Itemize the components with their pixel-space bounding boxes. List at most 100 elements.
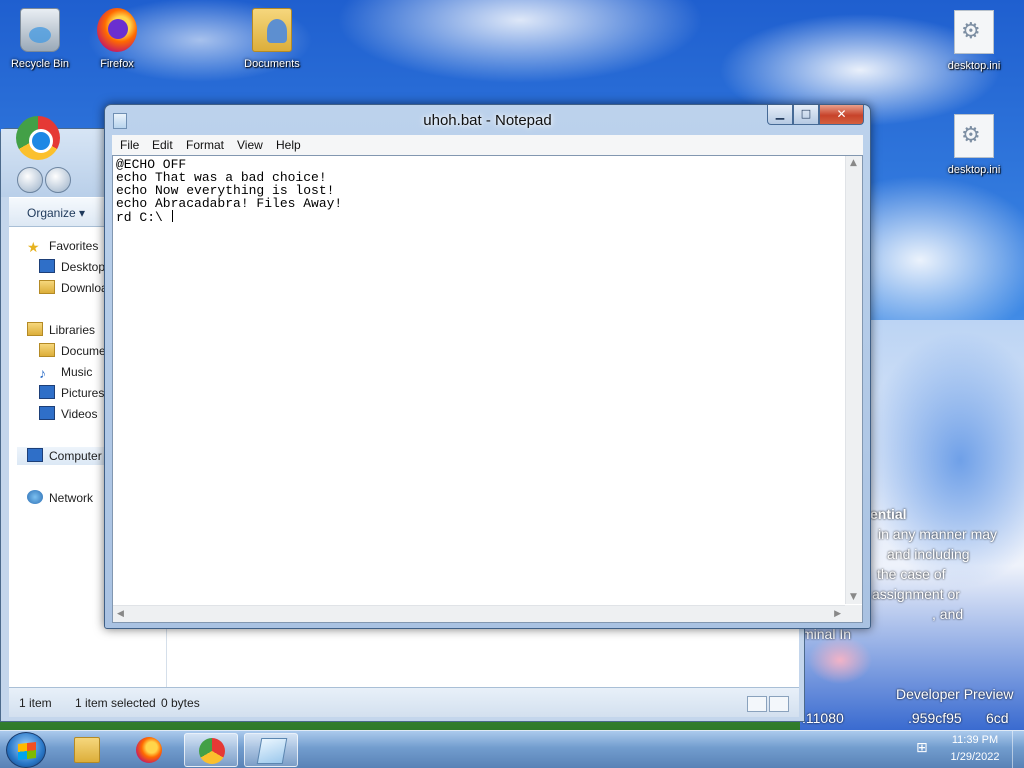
nav-item-label: Videos (61, 407, 98, 421)
desktop-icon-label: desktop.ini (947, 60, 1001, 72)
recycle-bin-icon (20, 8, 60, 52)
menu-view[interactable]: View (237, 138, 263, 152)
wallpaper-text: ential (870, 506, 907, 522)
nav-item-libraries[interactable]: Libraries (27, 321, 95, 339)
show-desktop-button[interactable] (1012, 731, 1024, 768)
text-editor[interactable]: @ECHO OFF echo That was a bad choice! ec… (112, 155, 863, 623)
menu-format[interactable]: Format (186, 138, 224, 152)
computer-icon (27, 448, 43, 462)
wallpaper-text: 6cd (986, 710, 1009, 726)
menu-file[interactable]: File (120, 138, 139, 152)
desktop-icon-firefox[interactable]: Firefox (79, 8, 155, 70)
nav-item-label: Favorites (49, 239, 99, 253)
vertical-scrollbar[interactable]: ▲ ▼ (845, 156, 862, 604)
menu-help[interactable]: Help (276, 138, 301, 152)
desktop-icon (39, 259, 55, 273)
menu-edit[interactable]: Edit (152, 138, 173, 152)
wallpaper-text: .959cf95 (908, 710, 962, 726)
firefox-icon (136, 737, 162, 763)
documents-icon (39, 343, 55, 357)
desktop-icon-label: Documents (244, 58, 300, 70)
videos-icon (39, 406, 55, 420)
firefox-icon (97, 8, 137, 52)
windows-logo-icon (18, 742, 36, 760)
nav-item-videos[interactable]: Videos (39, 405, 97, 423)
organize-label: Organize (27, 206, 76, 220)
maximize-button[interactable]: □ (793, 105, 819, 125)
notepad-window[interactable]: uhoh.bat - Notepad ▁ □ ✕ File Edit Forma… (104, 104, 871, 629)
libraries-icon (27, 322, 43, 336)
nav-item-label: Pictures (61, 386, 105, 400)
text-caret (171, 210, 173, 222)
nav-item-desktop[interactable]: Desktop (39, 258, 105, 276)
pictures-icon (39, 385, 55, 399)
taskbar-chrome-button[interactable] (184, 733, 238, 767)
desktop-icon-label: desktop.ini (947, 164, 1001, 176)
taskbar-notepad-button[interactable] (244, 733, 298, 767)
desktop-icon-documents[interactable]: Documents (234, 8, 310, 70)
wallpaper-text: assignment or (872, 586, 960, 602)
forward-button[interactable] (45, 167, 71, 193)
nav-item-favorites[interactable]: ★ Favorites (27, 237, 98, 255)
resize-grip[interactable] (845, 605, 862, 622)
nav-item-label: Music (61, 365, 93, 379)
desktop-icon-recycle-bin[interactable]: Recycle Bin (2, 8, 78, 70)
network-icon (27, 490, 43, 504)
chrome-icon (199, 738, 225, 764)
settings-file-icon (954, 114, 994, 158)
nav-item-label: Docume (61, 344, 106, 358)
selection-size: 0 bytes (161, 696, 200, 710)
desktop-icon-desktop-ini[interactable]: desktop.ini (936, 114, 1012, 176)
taskbar: ⊞ 11:39 PM 1/29/2022 (0, 730, 1024, 768)
documents-folder-icon (252, 8, 292, 52)
close-button[interactable]: ✕ (819, 105, 864, 125)
nav-item-network[interactable]: Network (27, 489, 93, 507)
downloads-folder-icon (39, 280, 55, 294)
selection-status: 1 item selected (75, 696, 156, 710)
nav-item-downloads[interactable]: Downloa (39, 279, 108, 297)
menu-bar: File Edit Format View Help (112, 135, 863, 155)
clock-time[interactable]: 11:39 PM (940, 734, 1010, 746)
star-icon: ★ (27, 239, 40, 255)
nav-item-label: Downloa (61, 281, 108, 295)
organize-button[interactable]: Organize ▾ (27, 206, 85, 220)
chevron-down-icon: ▾ (79, 206, 86, 220)
large-icons-view-icon[interactable] (769, 696, 789, 712)
details-view-icon[interactable] (747, 696, 767, 712)
taskbar-firefox-button[interactable] (122, 733, 176, 767)
wallpaper-text: .11080 (802, 710, 844, 726)
wallpaper-text: Developer Preview (896, 686, 1014, 702)
scroll-right-icon[interactable]: ▶ (834, 609, 841, 619)
clock-date[interactable]: 1/29/2022 (940, 751, 1010, 763)
desktop-icon-desktop-ini[interactable]: desktop.ini (936, 10, 1012, 72)
nav-item-pictures[interactable]: Pictures (39, 384, 104, 402)
system-tray: ⊞ 11:39 PM 1/29/2022 (910, 731, 1024, 768)
window-title: uhoh.bat - Notepad (423, 112, 552, 129)
nav-item-music[interactable]: ♪ Music (39, 363, 92, 381)
start-button[interactable] (6, 732, 46, 768)
network-icon[interactable]: ⊞ (916, 740, 928, 756)
scroll-left-icon[interactable]: ◀ (117, 609, 124, 619)
scroll-up-icon[interactable]: ▲ (850, 158, 857, 168)
nav-item-label: Libraries (49, 323, 96, 337)
nav-item-label: Desktop (61, 260, 106, 274)
item-count: 1 item (19, 696, 52, 710)
nav-item-documents[interactable]: Docume (39, 342, 106, 360)
explorer-status-bar: 1 item 1 item selected 0 bytes (9, 687, 799, 717)
desktop-icon-label: Recycle Bin (10, 58, 70, 70)
settings-file-icon (954, 10, 994, 54)
scroll-down-icon[interactable]: ▼ (850, 592, 857, 602)
back-button[interactable] (17, 167, 43, 193)
wallpaper-text: the case of (877, 566, 946, 582)
nav-item-label: Network (49, 491, 94, 505)
wallpaper-text: in any manner may (878, 526, 998, 542)
folder-icon (74, 737, 100, 763)
horizontal-scrollbar[interactable]: ◀ ▶ (113, 605, 845, 622)
wallpaper-text: , and (932, 606, 964, 622)
minimize-button[interactable]: ▁ (767, 105, 793, 125)
notepad-icon (256, 738, 288, 764)
editor-content[interactable]: @ECHO OFF echo That was a bad choice! ec… (116, 158, 844, 604)
wallpaper-text: and including (887, 546, 970, 562)
taskbar-explorer-button[interactable] (60, 733, 114, 767)
chrome-icon (16, 116, 60, 160)
